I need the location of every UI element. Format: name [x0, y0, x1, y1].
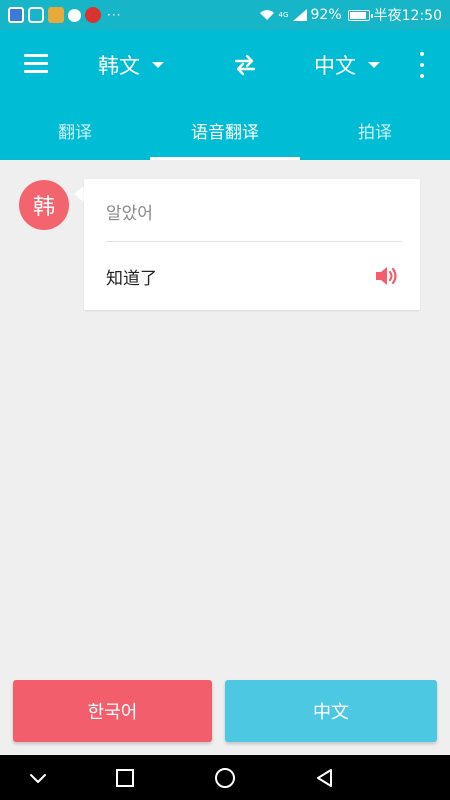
- app-badge-icon: [85, 7, 101, 23]
- message-notification-icon: [28, 7, 44, 23]
- app-bar: 韩文 中文: [0, 30, 450, 100]
- app-notification-icon: [8, 7, 24, 23]
- translated-text: 知道了: [106, 269, 157, 289]
- menu-icon[interactable]: [24, 54, 48, 74]
- tab-bar: 翻译 语音翻译 拍译: [0, 100, 450, 160]
- chat-notification-icon: [68, 8, 81, 22]
- message-divider: [106, 241, 402, 242]
- message-bubble-arrow: [74, 186, 84, 202]
- more-options-icon[interactable]: [418, 52, 426, 78]
- network-type-label: 4G: [278, 10, 289, 19]
- source-text: 알았어: [106, 204, 153, 224]
- caret-down-icon: [152, 62, 164, 68]
- wifi-icon: [259, 10, 274, 20]
- status-bar: ··· 4G 92% 半夜12:50: [0, 0, 450, 30]
- language-avatar: 韩: [19, 180, 69, 230]
- back-icon[interactable]: [313, 767, 337, 789]
- source-language-label: 韩文: [98, 54, 140, 78]
- clock: 半夜12:50: [373, 8, 442, 24]
- system-status: 4G 92% 半夜12:50: [259, 5, 442, 25]
- chinese-voice-button[interactable]: 中文: [225, 680, 437, 742]
- system-navigation-bar: [0, 755, 450, 800]
- battery-percentage: 92%: [310, 7, 342, 23]
- more-notifications-indicator: ···: [107, 8, 122, 22]
- caret-down-icon: [368, 62, 380, 68]
- target-language-select[interactable]: 中文: [314, 48, 380, 82]
- korean-voice-button[interactable]: 한국어: [13, 680, 212, 742]
- translation-message-card: 알았어 知道了: [84, 179, 420, 310]
- source-language-select[interactable]: 韩文: [98, 48, 164, 82]
- gallery-notification-icon: [48, 7, 64, 23]
- recent-apps-icon[interactable]: [113, 767, 137, 789]
- tab-photo-translate[interactable]: 拍译: [300, 100, 450, 160]
- battery-icon: [347, 9, 373, 21]
- tab-voice-translate[interactable]: 语音翻译: [150, 100, 300, 160]
- signal-icon: [292, 9, 307, 21]
- swap-languages-icon[interactable]: [232, 54, 258, 76]
- notification-icons: ···: [8, 7, 121, 23]
- speaker-icon[interactable]: [374, 265, 398, 287]
- collapse-icon[interactable]: [26, 767, 50, 789]
- tab-translate[interactable]: 翻译: [0, 100, 150, 160]
- home-icon[interactable]: [213, 767, 237, 789]
- target-language-label: 中文: [314, 54, 356, 78]
